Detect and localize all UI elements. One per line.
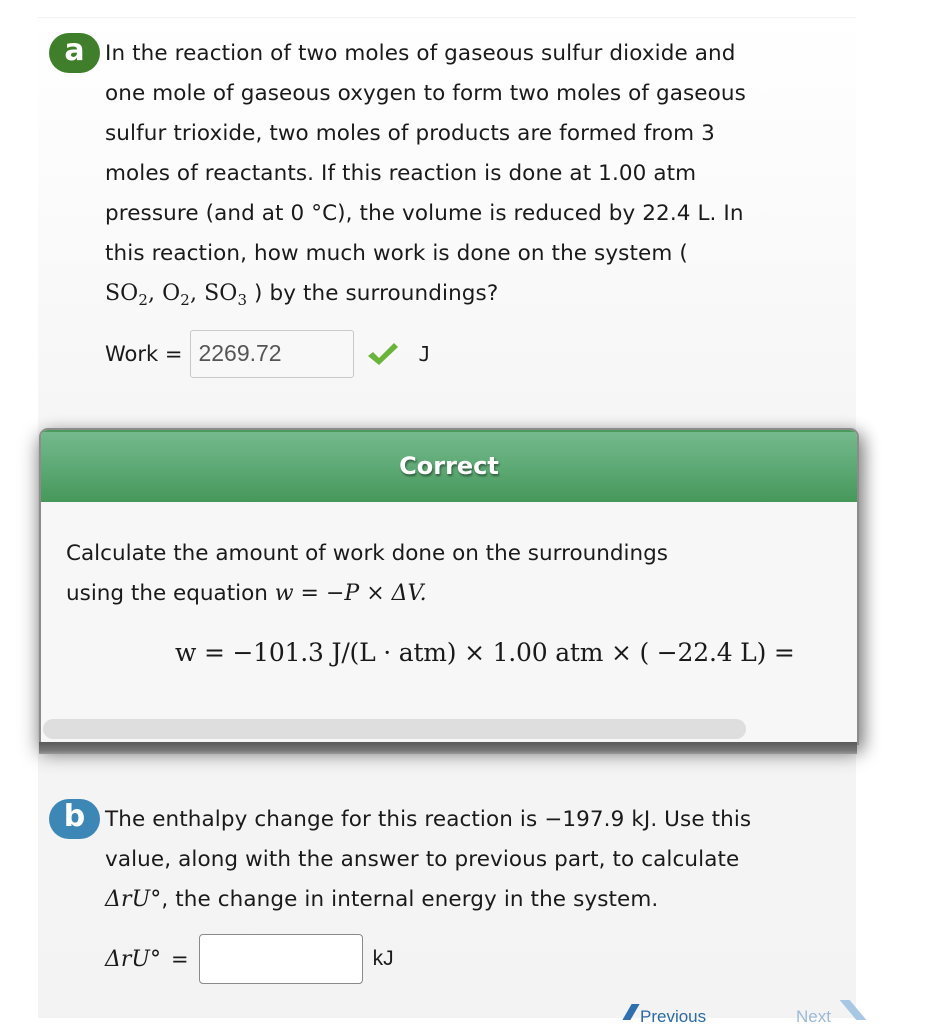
feedback-header: Correct <box>41 430 857 502</box>
question-line-text: , the change in internal energy in the s… <box>161 887 659 912</box>
question-line: one mole of gaseous oxygen to form two m… <box>105 81 746 106</box>
part-b-answer-row: ΔrU° = kJ <box>105 934 394 984</box>
part-b-question: The enthalpy change for this reaction is… <box>105 800 845 920</box>
feedback-inline-equation: w = −P × ΔV. <box>274 581 427 606</box>
species-subscript: 2 <box>180 291 190 309</box>
question-line: ΔrU°, the change in internal energy in t… <box>105 880 845 920</box>
feedback-line: Calculate the amount of work done on the… <box>66 541 668 566</box>
work-unit: J <box>418 342 431 366</box>
part-a-question: In the reaction of two moles of gaseous … <box>105 34 845 314</box>
feedback-line: using the equation w = −P × ΔV. <box>66 574 826 614</box>
feedback-explanation: Calculate the amount of work done on the… <box>66 534 826 614</box>
internal-energy-symbol: ΔrU° <box>105 887 162 912</box>
work-label: Work = <box>105 342 183 366</box>
question-line: In the reaction of two moles of gaseous … <box>105 41 736 66</box>
previous-button[interactable]: Previous <box>640 1007 706 1027</box>
question-line: sulfur trioxide, two moles of products a… <box>105 121 715 146</box>
part-a-badge: a <box>49 33 100 73</box>
feedback-panel: Correct Calculate the amount of work don… <box>39 428 859 745</box>
question-tail: ) by the surroundings? <box>254 281 499 306</box>
feedback-title: Correct <box>399 452 499 480</box>
species-subscript: 2 <box>138 291 148 309</box>
internal-energy-unit: kJ <box>372 947 394 970</box>
species-so2: SO2, O2, SO3 <box>105 281 248 309</box>
question-line-species: SO2, O2, SO3 ) by the surroundings? <box>105 274 845 314</box>
species-formula: SO <box>204 281 238 306</box>
species-subscript: 3 <box>237 291 248 309</box>
checkmark-icon <box>368 343 399 365</box>
question-line: pressure (and at 0 °C), the volume is re… <box>105 201 744 226</box>
question-line: this reaction, how much work is done on … <box>105 241 688 266</box>
work-input[interactable]: 2269.72 <box>190 330 355 378</box>
feedback-bottom-shadow <box>39 742 857 754</box>
answer-symbol: ΔrU° <box>105 946 161 972</box>
part-b-badge: b <box>49 799 100 839</box>
internal-energy-input[interactable] <box>198 934 363 984</box>
next-button[interactable]: Next <box>796 1007 831 1027</box>
species-formula: O <box>162 281 181 306</box>
feedback-line-text: using the equation <box>66 581 268 606</box>
horizontal-scrollbar[interactable] <box>43 719 746 739</box>
part-a-answer-row: Work = 2269.72 J <box>105 330 431 378</box>
question-line: moles of reactants. If this reaction is … <box>105 161 697 186</box>
question-line: The enthalpy change for this reaction is… <box>105 807 752 832</box>
equals-sign: = <box>170 947 189 971</box>
question-line: value, along with the answer to previous… <box>105 847 740 872</box>
species-formula: SO <box>105 281 139 306</box>
feedback-display-equation: w = −101.3 J/(L · atm) × 1.00 atm × ( −2… <box>175 638 795 667</box>
